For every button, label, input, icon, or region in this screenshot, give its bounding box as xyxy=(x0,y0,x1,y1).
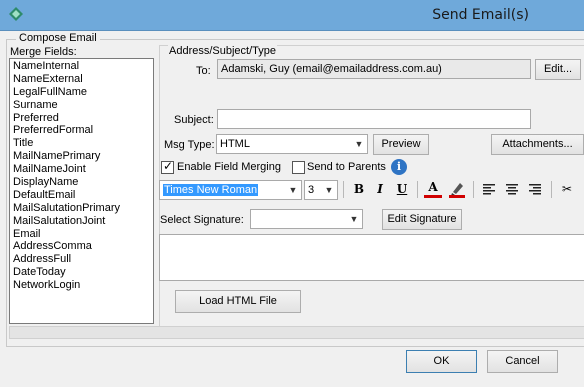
status-bar xyxy=(9,326,584,339)
align-right-icon[interactable] xyxy=(526,180,544,198)
to-label: To: xyxy=(196,65,211,77)
underline-icon[interactable]: U xyxy=(393,180,411,198)
font-size-value: 3 xyxy=(308,184,315,196)
align-left-icon[interactable] xyxy=(480,180,498,198)
edit-signature-button[interactable]: Edit Signature xyxy=(382,209,462,230)
enable-field-merging-checkbox[interactable]: ✓ xyxy=(161,159,174,174)
italic-icon[interactable]: I xyxy=(371,180,389,198)
font-size-select[interactable]: 3 ▼ xyxy=(304,180,338,200)
window-title: Send Email(s) xyxy=(432,7,529,23)
send-email-window: Send Email(s) Compose Email Merge Fields… xyxy=(0,0,584,387)
enable-field-merging-label: Enable Field Merging xyxy=(177,161,281,173)
send-to-parents-checkbox[interactable] xyxy=(292,161,305,174)
merge-field-item[interactable]: DisplayName xyxy=(13,176,150,189)
merge-field-item[interactable]: NetworkLogin xyxy=(13,279,150,292)
attachments-button[interactable]: Attachments... xyxy=(491,134,584,155)
merge-field-item[interactable]: MailSalutationJoint xyxy=(13,215,150,228)
merge-field-item[interactable]: Surname xyxy=(13,99,150,112)
ok-button[interactable]: OK xyxy=(406,350,477,373)
select-signature-label: Select Signature: xyxy=(160,214,244,226)
toolbar-separator xyxy=(473,181,474,198)
toolbar-separator xyxy=(417,181,418,198)
preview-button[interactable]: Preview xyxy=(373,134,429,155)
merge-fields-label: Merge Fields: xyxy=(10,46,77,58)
msg-type-select[interactable]: HTML ▼ xyxy=(216,134,368,154)
chevron-down-icon: ▼ xyxy=(324,185,334,195)
merge-field-item[interactable]: DefaultEmail xyxy=(13,189,150,202)
highlight-icon[interactable] xyxy=(448,180,466,198)
signature-select[interactable]: ▼ xyxy=(250,209,363,229)
font-color-icon[interactable]: A xyxy=(424,180,442,198)
app-icon xyxy=(9,7,23,21)
compose-email-label: Compose Email xyxy=(16,32,100,44)
merge-field-item[interactable]: NameInternal xyxy=(13,60,150,73)
email-body-editor[interactable] xyxy=(159,234,584,281)
edit-recipients-button[interactable]: Edit... xyxy=(535,59,581,80)
merge-field-item[interactable]: AddressComma xyxy=(13,240,150,253)
merge-fields-list[interactable]: NameInternal NameExternal LegalFullName Sur… xyxy=(9,58,154,324)
font-family-select[interactable]: Times New Roman ▼ xyxy=(159,180,302,200)
merge-field-item[interactable]: MailSalutationPrimary xyxy=(13,202,150,215)
bold-icon[interactable]: B xyxy=(350,180,368,198)
merge-field-item[interactable]: MailNameJoint xyxy=(13,163,150,176)
merge-field-item[interactable]: NameExternal xyxy=(13,73,150,86)
font-family-value: Times New Roman xyxy=(163,184,259,196)
to-field[interactable]: Adamski, Guy (email@emailaddress.com.au) xyxy=(217,59,531,79)
align-center-icon[interactable] xyxy=(503,180,521,198)
chevron-down-icon: ▼ xyxy=(349,214,359,224)
merge-field-item[interactable]: Title xyxy=(13,137,150,150)
checkmark-icon: ✓ xyxy=(163,159,174,173)
merge-field-item[interactable]: DateToday xyxy=(13,266,150,279)
msg-type-label: Msg Type: xyxy=(164,139,215,151)
cut-icon[interactable]: ✂ xyxy=(558,180,576,198)
send-to-parents-label: Send to Parents xyxy=(307,161,386,173)
merge-field-item[interactable]: AddressFull xyxy=(13,253,150,266)
cancel-button[interactable]: Cancel xyxy=(487,350,558,373)
merge-field-item[interactable]: PreferredFormal xyxy=(13,124,150,137)
merge-field-item[interactable]: LegalFullName xyxy=(13,86,150,99)
toolbar-separator xyxy=(551,181,552,198)
title-bar[interactable]: Send Email(s) xyxy=(0,0,584,31)
address-section-label: Address/Subject/Type xyxy=(168,45,278,57)
merge-field-item[interactable]: Preferred xyxy=(13,112,150,125)
subject-input[interactable] xyxy=(217,109,531,129)
chevron-down-icon: ▼ xyxy=(288,185,298,195)
msg-type-value: HTML xyxy=(220,138,250,150)
toolbar-separator xyxy=(343,181,344,198)
subject-label: Subject: xyxy=(174,114,214,126)
info-icon[interactable]: i xyxy=(391,159,407,175)
merge-field-item[interactable]: MailNamePrimary xyxy=(13,150,150,163)
chevron-down-icon: ▼ xyxy=(354,139,364,149)
merge-field-item[interactable]: Email xyxy=(13,228,150,241)
load-html-file-button[interactable]: Load HTML File xyxy=(175,290,301,313)
